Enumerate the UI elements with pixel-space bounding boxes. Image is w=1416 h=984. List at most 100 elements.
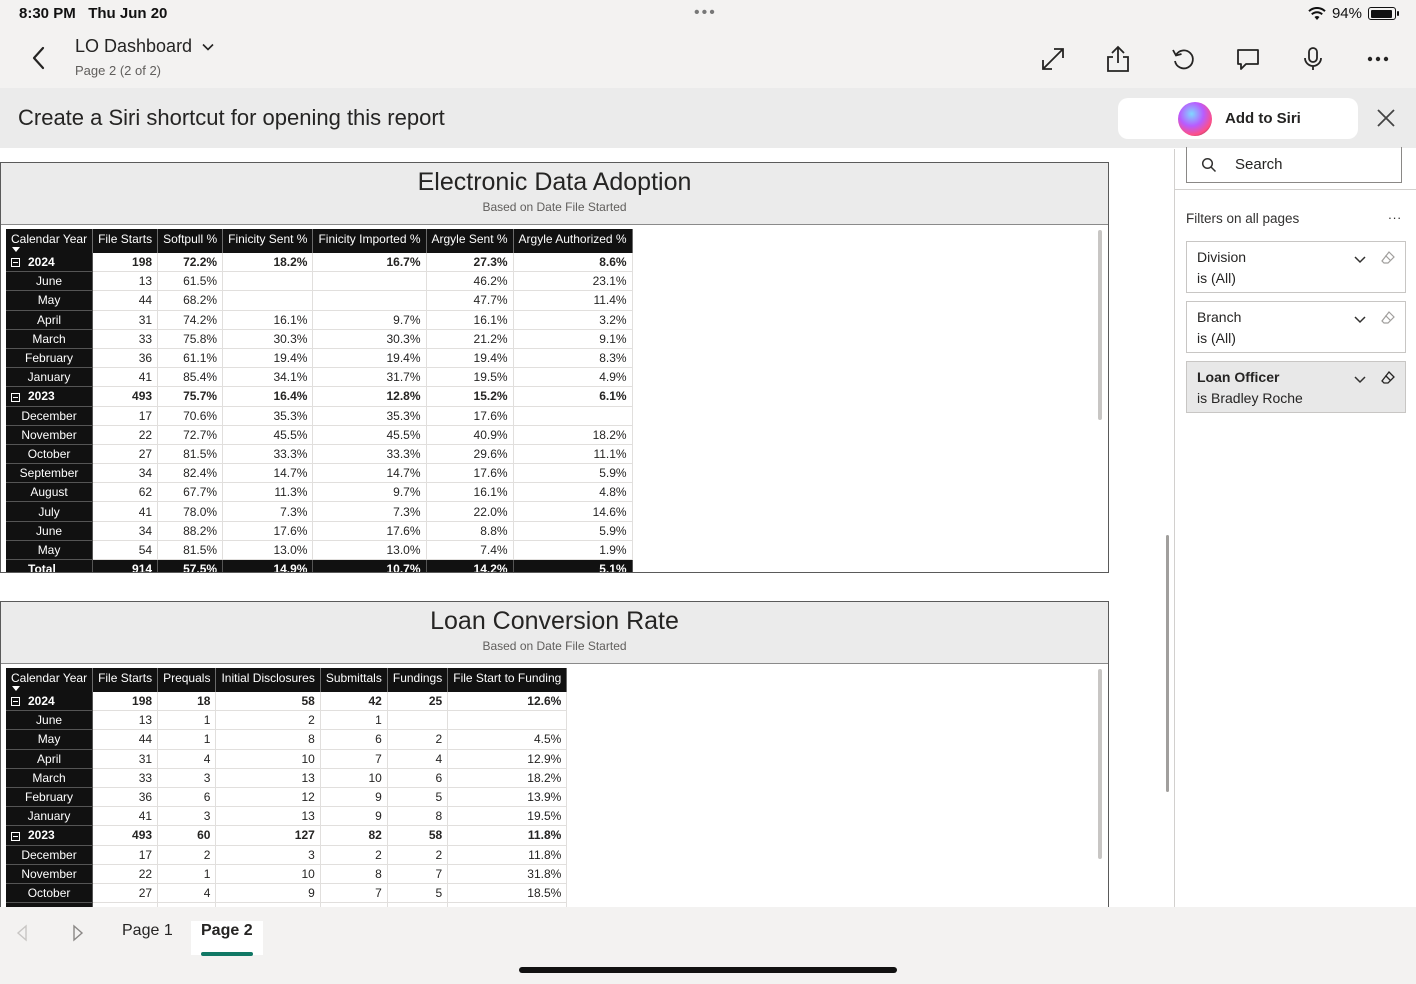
table-row[interactable]: November 22 1 10 8 7 31.8% [6, 864, 568, 884]
filters-more-button[interactable]: ... [1388, 207, 1402, 222]
column-header[interactable]: Argyle Sent % [426, 229, 514, 253]
table-row[interactable]: February 36 6 12 9 5 13.9% [6, 787, 568, 808]
table-cell: 70.6% [157, 406, 224, 426]
table-cell: 13 [92, 271, 159, 292]
table-row[interactable]: January 41 3 13 9 8 19.5% [6, 806, 568, 827]
back-button[interactable] [26, 44, 50, 72]
lcr-visual[interactable]: Loan Conversion Rate Based on Date File … [0, 601, 1109, 907]
column-header[interactable]: Calendar Year [6, 668, 94, 692]
eda-scrollbar[interactable] [1098, 230, 1102, 420]
eda-matrix: Calendar Year File Starts Softpull % Finici… [6, 229, 633, 572]
table-row[interactable]: November 22 72.7% 45.5% 45.5% 40.9% 18.2% [6, 425, 633, 445]
add-to-siri-button[interactable]: Add to Siri [1118, 98, 1358, 139]
table-row[interactable]: December 17 2 3 2 2 11.8% [6, 845, 568, 865]
canvas-scrollbar[interactable] [1166, 535, 1169, 792]
filter-search-input[interactable]: Search [1186, 147, 1402, 183]
reset-button[interactable] [1166, 42, 1199, 75]
column-header[interactable]: Finicity Sent % [222, 229, 314, 253]
table-row[interactable]: April 31 74.2% 16.1% 9.7% 16.1% 3.2% [6, 310, 633, 330]
column-header[interactable]: Fundings [387, 668, 449, 692]
table-cell: 31.8% [447, 864, 568, 884]
sort-descending-icon[interactable] [12, 247, 20, 252]
tab-page-2[interactable]: Page 2 [191, 921, 263, 956]
table-row[interactable]: July 41 78.0% 7.3% 7.3% 22.0% 14.6% [6, 501, 633, 522]
previous-page-icon[interactable] [15, 924, 29, 942]
table-cell: 27.3% [426, 253, 514, 273]
filter-value: is (All) [1197, 270, 1236, 286]
table-row[interactable]: June 34 88.2% 17.6% 17.6% 8.8% 5.9% [6, 521, 633, 541]
chevron-down-icon[interactable] [1353, 372, 1367, 386]
table-cell: 14.7% [312, 463, 427, 484]
table-row[interactable]: June 13 61.5% 46.2% 23.1% [6, 271, 633, 292]
collapse-icon[interactable] [11, 697, 20, 707]
comments-button[interactable] [1231, 42, 1264, 75]
filter-card-division[interactable]: Division is (All) [1186, 241, 1406, 293]
column-header[interactable]: Finicity Imported % [312, 229, 427, 253]
column-header[interactable]: Initial Disclosures [215, 668, 321, 692]
column-header[interactable]: Argyle Authorized % [513, 229, 633, 253]
sort-descending-icon[interactable] [12, 686, 20, 691]
multitasking-dots[interactable]: ••• [694, 4, 717, 22]
chevron-down-icon[interactable] [1353, 312, 1367, 326]
row-header: August [6, 482, 94, 503]
table-row[interactable]: October 27 4 9 7 5 18.5% [6, 883, 568, 904]
table-row[interactable]: 2023 493 60 127 82 58 11.8% [6, 825, 568, 846]
column-header[interactable]: File Start to Funding [447, 668, 568, 692]
table-cell: 31 [92, 310, 159, 330]
lcr-scrollbar[interactable] [1098, 669, 1102, 859]
filter-card-loan-officer[interactable]: Loan Officer is Bradley Roche [1186, 361, 1406, 413]
table-row[interactable]: June 13 1 2 1 [6, 710, 568, 731]
table-cell: 33 [92, 329, 159, 349]
year-label: 2024 [28, 694, 55, 709]
table-row[interactable]: October 27 81.5% 33.3% 33.3% 29.6% 11.1% [6, 444, 633, 465]
table-row[interactable]: 2023 493 75.7% 16.4% 12.8% 15.2% 6.1% [6, 386, 633, 407]
expand-button[interactable] [1036, 42, 1069, 75]
clear-filter-icon[interactable] [1380, 310, 1396, 326]
more-options-button[interactable] [1361, 42, 1394, 75]
table-cell: 18.2% [513, 425, 633, 445]
table-cell: 33.3% [312, 444, 427, 465]
column-header[interactable]: Prequals [157, 668, 217, 692]
table-cell: 3 [157, 806, 217, 827]
table-row[interactable]: March 33 75.8% 30.3% 30.3% 21.2% 9.1% [6, 329, 633, 349]
table-cell [222, 271, 314, 292]
table-row[interactable]: February 36 61.1% 19.4% 19.4% 19.4% 8.3% [6, 348, 633, 369]
collapse-icon[interactable] [11, 831, 20, 841]
clear-filter-icon[interactable] [1380, 370, 1396, 386]
column-header[interactable]: Softpull % [157, 229, 224, 253]
table-row[interactable]: March 33 3 13 10 6 18.2% [6, 768, 568, 788]
table-row[interactable]: December 17 70.6% 35.3% 35.3% 17.6% [6, 406, 633, 426]
tab-page-1[interactable]: Page 1 [112, 921, 183, 955]
table-row[interactable]: May 54 81.5% 13.0% 13.0% 7.4% 1.9% [6, 540, 633, 561]
table-row[interactable]: January 41 85.4% 34.1% 31.7% 19.5% 4.9% [6, 367, 633, 388]
table-cell: 13.0% [222, 540, 314, 561]
table-row[interactable]: May 44 1 8 6 2 4.5% [6, 729, 568, 750]
table-cell: 18.2% [222, 253, 314, 273]
close-banner-button[interactable] [1372, 104, 1400, 132]
table-cell: 16.1% [222, 310, 314, 330]
clear-filter-icon[interactable] [1380, 250, 1396, 266]
collapse-icon[interactable] [11, 258, 20, 268]
table-row[interactable]: August 62 67.7% 11.3% 9.7% 16.1% 4.8% [6, 482, 633, 503]
filter-card-branch[interactable]: Branch is (All) [1186, 301, 1406, 353]
table-row[interactable]: September 34 82.4% 14.7% 14.7% 17.6% 5.9% [6, 463, 633, 484]
report-title-button[interactable]: LO Dashboard [75, 36, 214, 57]
eda-visual[interactable]: Electronic Data Adoption Based on Date F… [0, 162, 1109, 573]
table-cell: 88.2% [157, 521, 224, 541]
share-button[interactable] [1101, 42, 1134, 75]
table-row[interactable]: May 44 68.2% 47.7% 11.4% [6, 290, 633, 311]
column-header[interactable]: Calendar Year [6, 229, 94, 253]
chevron-down-icon[interactable] [1353, 252, 1367, 266]
column-header[interactable]: File Starts [92, 229, 159, 253]
table-row[interactable]: April 31 4 10 7 4 12.9% [6, 749, 568, 769]
total-cell: 914 [92, 559, 159, 572]
table-row[interactable]: 2024 198 72.2% 18.2% 16.7% 27.3% 8.6% [6, 253, 633, 273]
column-header[interactable]: Submittals [320, 668, 388, 692]
status-indicators: 94% [1308, 5, 1399, 22]
voice-button[interactable] [1296, 42, 1329, 75]
next-page-icon[interactable] [71, 924, 85, 942]
table-row[interactable]: 2024 198 18 58 42 25 12.6% [6, 692, 568, 712]
collapse-icon[interactable] [11, 392, 20, 402]
column-header[interactable]: File Starts [92, 668, 159, 692]
table-cell: 8 [320, 864, 388, 884]
